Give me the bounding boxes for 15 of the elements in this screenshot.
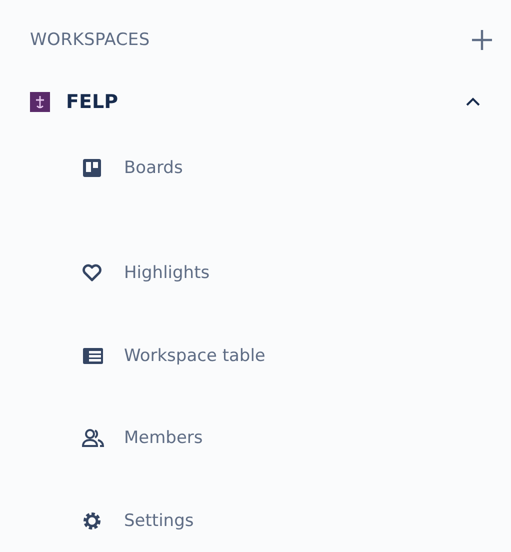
menu-item[interactable]: Settings bbox=[124, 510, 194, 531]
menu-item[interactable]: Members bbox=[124, 428, 203, 448]
board-icon bbox=[82, 158, 102, 178]
section-title: WORKSPACES bbox=[30, 30, 150, 50]
add-icon[interactable] bbox=[471, 29, 493, 51]
menu-item[interactable]: Highlights bbox=[124, 263, 210, 284]
settings-icon bbox=[82, 510, 102, 531]
table-icon bbox=[82, 346, 104, 365]
menu-item[interactable]: Boards bbox=[124, 158, 183, 178]
workspace-logo-icon bbox=[30, 92, 50, 112]
workspace-name[interactable]: FELP bbox=[66, 91, 465, 113]
menu-item[interactable]: Workspace table bbox=[124, 346, 266, 366]
heart-icon bbox=[82, 264, 102, 282]
chevron-icon[interactable] bbox=[465, 97, 481, 107]
members-icon bbox=[82, 428, 104, 448]
